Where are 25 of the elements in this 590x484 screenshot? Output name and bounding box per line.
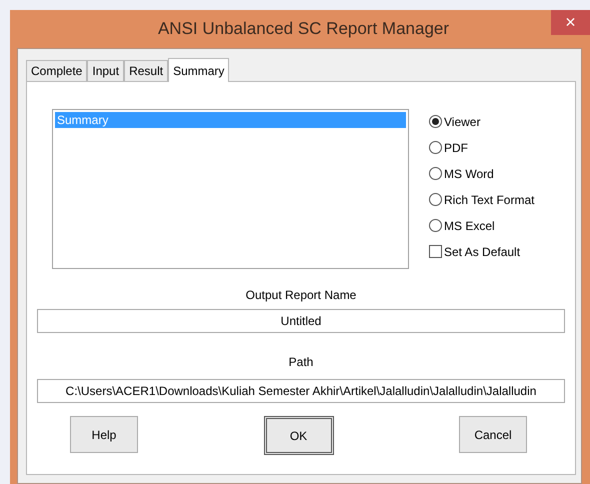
checkbox[interactable] (429, 245, 442, 258)
radio-label: PDF (444, 140, 468, 154)
radio-button[interactable] (429, 219, 442, 232)
radio-button[interactable] (429, 193, 442, 206)
tab[interactable]: Input (87, 60, 124, 81)
tab[interactable]: Result (124, 60, 168, 81)
window-title: ANSI Unbalanced SC Report Manager (158, 19, 450, 39)
radio-button[interactable] (429, 141, 442, 154)
dialog-button[interactable]: Cancel (459, 416, 527, 453)
radio-button[interactable] (429, 115, 442, 128)
field-label: Path (288, 355, 314, 369)
radio-label: MS Excel (444, 218, 495, 232)
checkbox-label: Set As Default (444, 244, 520, 258)
tab[interactable]: Summary (168, 58, 230, 82)
input-field[interactable]: C:\Users\ACER1\Downloads\Kuliah Semester Akhir\Artikel\Jalalludin\Jalalludin\Jalalludin (37, 379, 565, 403)
radio-label: Rich Text Format (444, 192, 534, 206)
radio-label: MS Word (444, 166, 494, 180)
close-button[interactable]: × (551, 10, 590, 35)
dialog-button[interactable]: Help (70, 416, 138, 453)
field-label: Output Report Name (246, 288, 356, 302)
tab[interactable]: Complete (26, 60, 88, 81)
radio-label: Viewer (444, 114, 480, 128)
input-field[interactable]: Untitled (37, 309, 565, 333)
radio-button[interactable] (429, 167, 442, 180)
dialog-button[interactable]: OK (264, 416, 334, 455)
